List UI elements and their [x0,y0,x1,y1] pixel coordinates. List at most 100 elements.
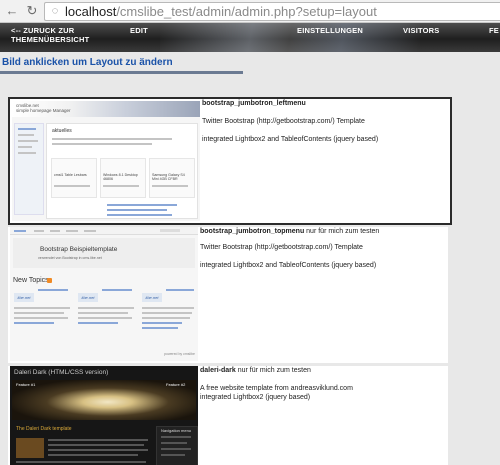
mini-link [107,214,172,216]
thumb-jumbotron-title: Bootstrap Beispieltemplate [40,246,118,253]
thumb-column: Windows 8.1 Desktop 46806 [100,158,146,198]
mini-line [48,439,148,441]
nav-decoration [160,23,420,52]
thumb-column: cmsl1 Table Lesbars [51,158,97,198]
thumb-logo: libe.net [14,293,34,302]
mini-link [38,289,68,291]
admin-nav-bar: <-- ZURUCK ZUR THEMENÜBERSICHT EDIT EINS… [0,23,500,52]
layout-info-daleri-dark: daleri-dark nur für mich zum testen A fr… [200,366,448,402]
mini-link [84,230,96,232]
layout-thumbnail-leftmenu[interactable]: cmslibe.net simple homepage Manager aktu… [12,101,200,221]
layout-name: bootstrap_jumbotron_leftmenu [202,100,306,107]
mini-line [103,185,139,187]
thumb-jumbotron [13,238,195,268]
mini-link [14,230,26,232]
mini-line [18,146,32,148]
layout-info-topmenu: bootstrap_jumbotron_topmenu nur für mich… [200,227,448,270]
layout-row-topmenu: Bootstrap Beispieltemplate verwendet von… [8,227,448,363]
thumb-powered: powered by cmslibe [164,352,195,356]
mini-line [78,317,132,319]
thumb-column-title: cmsl1 Table Lesbars [54,173,87,177]
heading-underline [0,71,243,74]
mini-line [48,454,138,456]
layout-description: Twitter Bootstrap (http://getbootstrap.c… [202,118,365,125]
thumb-content: aktuelles cmsl1 Table Lesbars Windows 8.… [46,123,198,219]
thumb-post-title: The Daleri Dark template [16,426,72,432]
layout-note: nur für mich zum testen [304,228,380,235]
mini-line [16,461,146,463]
layout-description: integrated Lightbox2 and TableofContents… [202,136,379,143]
thumb-site-title: Daleri Dark (HTML/CSS version) [14,369,109,376]
nav-visitors[interactable]: VISITORS [403,26,439,35]
mini-line [142,317,190,319]
mini-line [54,185,90,187]
thumb-topics-title: New Topics [13,277,49,284]
mini-line [152,185,188,187]
thumb-topbar [10,227,198,235]
mini-line [18,140,38,142]
thumb-logo: libe.net [78,293,98,302]
layout-info-leftmenu: bootstrap_jumbotron_leftmenu Twitter Boo… [202,99,450,144]
mini-link [107,204,177,206]
thumb-sidebar [14,123,44,215]
layout-name: daleri-dark [200,367,236,374]
thumb-feature-left: Feature #1 [16,382,36,387]
mini-line [78,312,128,314]
mini-link [14,322,54,324]
mini-line [161,436,191,438]
mini-line [142,312,192,314]
layout-description: A free website template from andreasvikl… [200,385,353,392]
layout-note: nur für mich zum testen [235,367,311,374]
mini-line [52,138,172,140]
mini-line [14,307,70,309]
reload-icon[interactable]: ↻ [24,3,40,19]
address-bar[interactable]: ◌ localhost/cmslibe_test/admin/admin.php… [44,2,500,21]
mini-link [107,209,167,211]
thumb-post-image [16,438,44,458]
mini-line [161,448,191,450]
rss-feed-icon [47,278,52,283]
layout-description: integrated Lightbox2 (jquery based) [200,394,311,401]
thumb-side-nav-title: Navigation menu [161,428,192,433]
layout-description: integrated Lightbox2 and TableofContents… [200,262,377,269]
mini-line [52,143,152,145]
mini-link [78,322,118,324]
nav-back-to-themes[interactable]: <-- ZURUCK ZUR THEMENÜBERSICHT [11,26,89,44]
mini-line [18,152,36,154]
browser-toolbar: ← ↻ ◌ localhost/cmslibe_test/admin/admin… [0,0,500,23]
nav-edit[interactable]: EDIT [130,26,148,35]
mini-link [50,230,60,232]
mini-line [48,449,148,451]
mini-line [161,454,185,456]
thumb-header: cmslibe.net simple homepage Manager [12,101,200,117]
mini-link [34,230,44,232]
layout-description: Twitter Bootstrap (http://getbootstrap.c… [200,244,363,251]
layout-thumbnail-daleri-dark[interactable]: Daleri Dark (HTML/CSS version) Feature #… [10,366,198,465]
layout-thumbnail-topmenu[interactable]: Bootstrap Beispieltemplate verwendet von… [10,227,198,361]
mini-link [142,327,178,329]
mini-link [142,322,182,324]
nav-fe-cut[interactable]: FE [489,26,499,35]
mini-line [14,317,68,319]
back-arrow-icon[interactable]: ← [4,3,20,19]
page-title: Bild anklicken um Layout zu ändern [2,57,173,68]
mini-line [18,128,36,130]
thumb-feature-right: Feature #2 [166,382,186,387]
mini-link [66,230,78,232]
mini-line [78,307,134,309]
page-info-icon: ◌ [51,5,59,17]
mini-line [48,444,144,446]
mini-line [14,312,64,314]
mini-line [161,442,187,444]
thumb-column-title: Samsung Galaxy S4 Mini 4GB CFBR [152,173,185,181]
thumb-jumbotron-sub: verwendet von Bootstrap in cms.libe.net [38,256,102,260]
address-url: localhost/cmslibe_test/admin/admin.php?s… [65,4,377,19]
nav-settings[interactable]: EINSTELLUNGEN [297,26,363,35]
mini-line [142,307,194,309]
mini-link [166,289,194,291]
thumb-logo: libe.net [142,293,162,302]
layout-row-leftmenu: cmslibe.net simple homepage Manager aktu… [8,97,452,225]
mini-link [102,289,132,291]
thumb-site-title: cmslibe.net simple homepage Manager [16,103,71,113]
mini-line [18,134,34,136]
